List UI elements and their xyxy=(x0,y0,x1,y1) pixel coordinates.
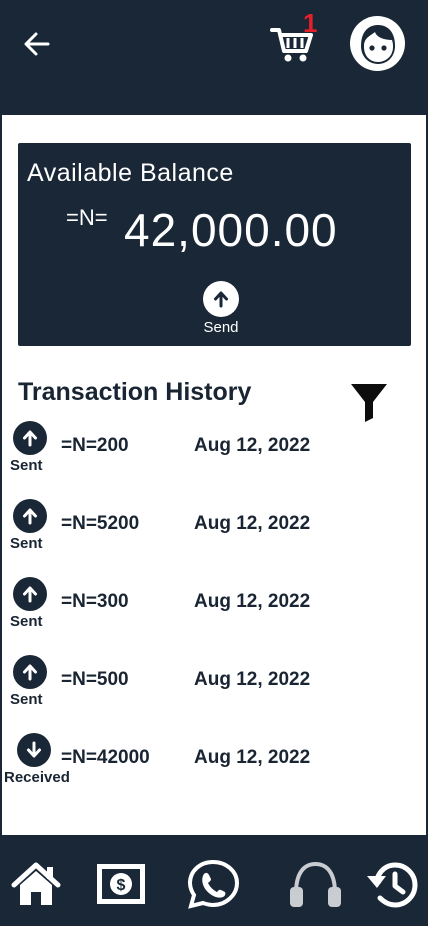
balance-card: Available Balance =N= 42,000.00 Send xyxy=(18,143,411,346)
transaction-date: Aug 12, 2022 xyxy=(194,591,311,612)
nav-history[interactable] xyxy=(364,859,419,909)
arrow-up-icon xyxy=(13,577,47,611)
filter-icon xyxy=(351,384,387,422)
transaction-type: Sent xyxy=(10,457,43,474)
transaction-amount: =N=5200 xyxy=(61,513,140,534)
arrow-up-icon xyxy=(13,655,47,689)
transaction-row[interactable]: Sent =N=500 Aug 12, 2022 xyxy=(0,655,428,718)
transaction-type: Received xyxy=(4,769,70,786)
transaction-date: Aug 12, 2022 xyxy=(194,435,311,456)
back-button[interactable] xyxy=(20,27,54,61)
transaction-date: Aug 12, 2022 xyxy=(194,513,311,534)
transaction-history-title: Transaction History xyxy=(18,378,252,406)
transaction-type: Sent xyxy=(10,691,43,708)
face-icon xyxy=(361,25,395,64)
filter-button[interactable] xyxy=(349,382,389,422)
transaction-row[interactable]: Sent =N=5200 Aug 12, 2022 xyxy=(0,499,428,562)
transaction-row[interactable]: Received =N=42000 Aug 12, 2022 xyxy=(0,733,428,796)
profile-avatar[interactable] xyxy=(350,16,405,71)
transaction-amount: =N=300 xyxy=(61,591,129,612)
nav-home[interactable] xyxy=(10,859,62,909)
transaction-amount: =N=200 xyxy=(61,435,129,456)
headphones-icon xyxy=(290,861,341,907)
money-icon: $ xyxy=(97,864,145,904)
history-icon xyxy=(367,862,418,908)
whatsapp-icon xyxy=(187,859,240,909)
arrow-down-icon xyxy=(17,733,51,767)
svg-text:$: $ xyxy=(117,877,126,894)
transaction-amount: =N=500 xyxy=(61,669,129,690)
transaction-row[interactable]: Sent =N=300 Aug 12, 2022 xyxy=(0,577,428,640)
transaction-date: Aug 12, 2022 xyxy=(194,669,311,690)
transaction-date: Aug 12, 2022 xyxy=(194,747,311,768)
transaction-amount: =N=42000 xyxy=(61,747,150,768)
balance-label: Available Balance xyxy=(27,159,234,187)
balance-amount: 42,000.00 xyxy=(124,204,338,256)
nav-money[interactable]: $ xyxy=(95,859,147,909)
home-icon xyxy=(11,862,61,905)
bottom-nav: $ xyxy=(0,835,428,926)
transaction-type: Sent xyxy=(10,613,43,630)
arrow-up-icon xyxy=(13,421,47,455)
send-label: Send xyxy=(203,319,239,336)
app-header: 1 xyxy=(0,0,428,115)
arrow-up-icon xyxy=(203,281,239,317)
nav-support[interactable] xyxy=(288,859,343,909)
arrow-up-icon xyxy=(13,499,47,533)
cart-count-badge: 1 xyxy=(303,8,318,38)
transaction-row[interactable]: Sent =N=200 Aug 12, 2022 xyxy=(0,421,428,484)
transaction-type: Sent xyxy=(10,535,43,552)
send-button[interactable]: Send xyxy=(201,281,241,336)
nav-whatsapp[interactable] xyxy=(186,859,241,909)
arrow-left-icon xyxy=(24,32,50,56)
currency-prefix: =N= xyxy=(66,205,108,230)
